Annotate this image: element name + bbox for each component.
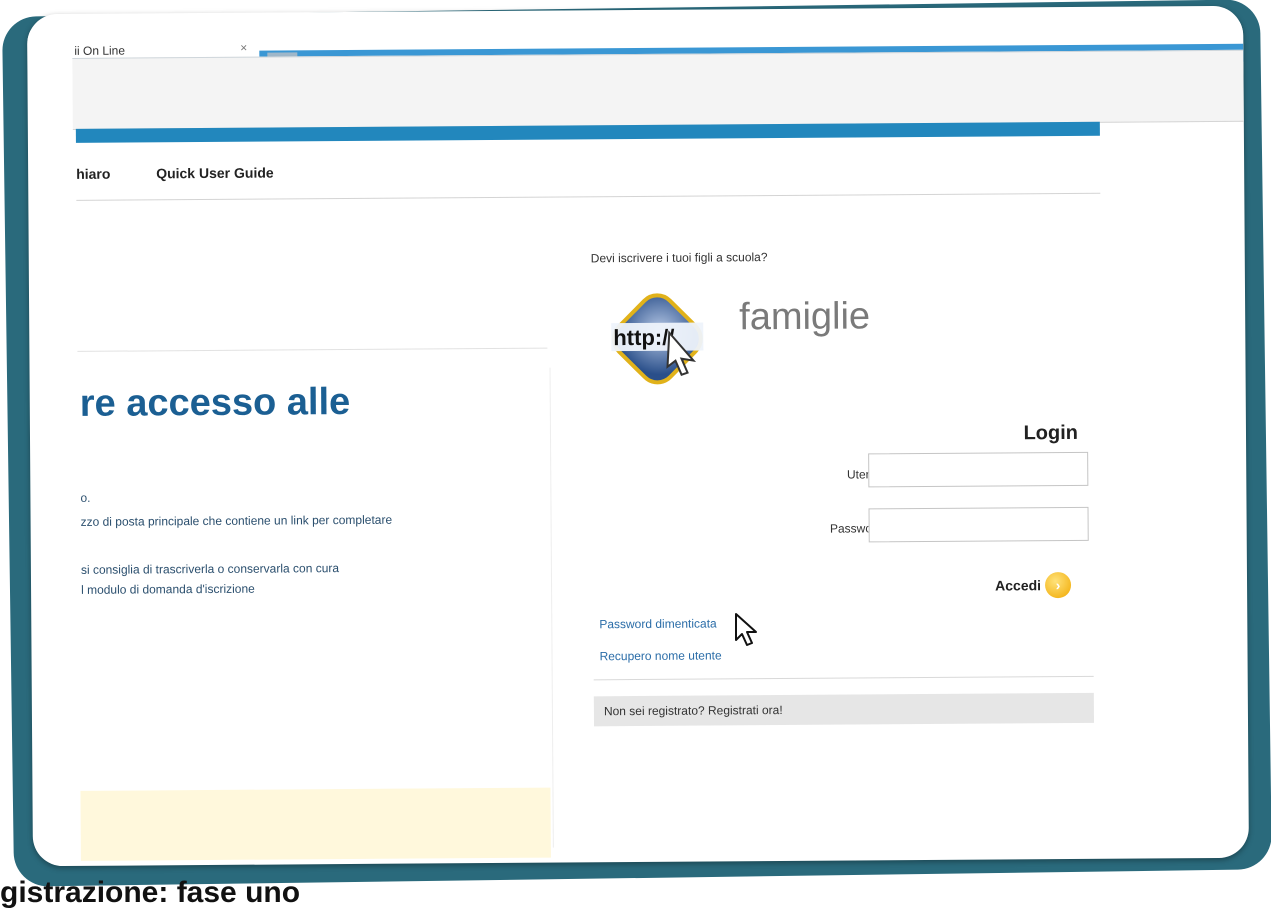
instruction-line: l modulo di domanda d'iscrizione <box>81 581 255 597</box>
password-input[interactable] <box>868 506 1089 543</box>
nav-item-quick-user-guide[interactable]: Quick User Guide <box>156 165 274 182</box>
mouse-pointer-icon <box>735 613 757 646</box>
notice-box <box>80 787 551 861</box>
site-nav: hiaro Quick User Guide <box>75 136 1101 201</box>
divider <box>77 347 548 352</box>
login-button-label: Accedi <box>995 577 1042 594</box>
recover-username-link[interactable]: Recupero nome utente <box>599 648 721 663</box>
login-panel: Devi iscrivere i tuoi figli a scuola? ht… <box>548 194 1113 863</box>
registration-info-panel: re accesso alle o. zzo di posta principa… <box>76 198 551 866</box>
tab-title: ii On Line <box>74 43 126 58</box>
page-heading: re accesso alle <box>79 381 351 425</box>
famiglie-logo-icon: http:// <box>611 293 704 385</box>
register-link[interactable]: Non sei registrato? Registrati ora! <box>593 692 1095 727</box>
forgot-password-link[interactable]: Password dimenticata <box>599 616 716 631</box>
divider <box>593 675 1094 681</box>
instruction-line: zzo di posta principale che contiene un … <box>80 512 393 529</box>
slide-caption: gistrazione: fase uno <box>0 876 301 909</box>
nav-item-chiaro[interactable]: hiaro <box>76 166 110 182</box>
logo-badge-text: http:// <box>613 325 674 350</box>
browser-toolbar <box>72 49 1244 130</box>
browser-screenshot: ii On Line × hiaro Quick User Guide re a… <box>27 5 1249 867</box>
arrow-right-icon: › <box>1044 571 1072 599</box>
enroll-question: Devi iscrivere i tuoi figli a scuola? <box>590 250 768 266</box>
logo-text: famiglie <box>739 295 871 339</box>
login-title: Login <box>1023 421 1079 445</box>
close-icon[interactable]: × <box>240 41 247 55</box>
login-button[interactable]: Accedi › <box>995 571 1072 599</box>
username-input[interactable] <box>868 451 1089 488</box>
instruction-line: o. <box>80 490 91 505</box>
instruction-line: si consiglia di trascriverla o conservar… <box>80 561 340 577</box>
